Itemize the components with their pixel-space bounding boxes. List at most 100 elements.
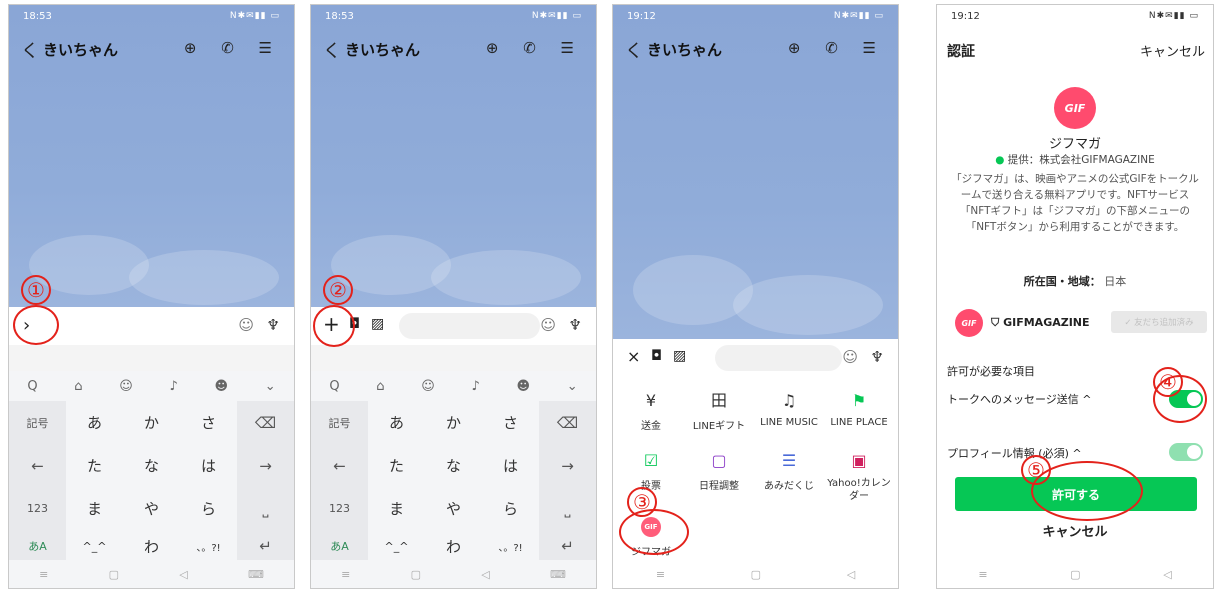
image-icon[interactable]: ▨ [673,348,686,364]
menu-item-vote[interactable]: ☑ 投票 [617,451,685,492]
music-icon: ♫ [781,391,797,410]
keyboard-search-icon[interactable]: Q [27,379,37,394]
key[interactable]: 記号 [9,401,66,444]
cancel-top-button[interactable]: キャンセル [1140,41,1205,60]
message-input[interactable] [399,313,540,339]
key[interactable]: ま [368,487,425,530]
key[interactable]: ま [66,487,123,530]
emoji-icon[interactable]: ☺ [540,316,556,334]
cancel-bottom-button[interactable]: キャンセル [937,521,1213,540]
header-icons[interactable]: ⊕ ✆ ☰ [486,39,584,57]
keyboard-row: 123 ま や ら ⎵ [9,487,294,530]
key[interactable]: 、。?! [180,530,237,562]
menu-item-schedule[interactable]: ▢ 日程調整 [685,451,753,492]
mic-icon[interactable]: ♆ [569,316,582,334]
key[interactable]: あ [368,401,425,444]
key[interactable]: あA [9,530,66,562]
keyboard-mic-icon[interactable]: ♪ [471,379,479,394]
message-input[interactable] [715,345,842,371]
key[interactable]: た [66,444,123,487]
key[interactable]: な [123,444,180,487]
key[interactable]: ← [311,444,368,487]
key[interactable]: ら [180,487,237,530]
close-icon[interactable]: × [627,347,640,366]
key[interactable]: ^_^ [66,530,123,562]
nav-keyboard-icon[interactable]: ⌨ [550,568,566,581]
key[interactable]: 123 [9,487,66,530]
key[interactable]: ⎵ [539,487,596,530]
nav-menu-icon[interactable]: ≡ [978,568,987,581]
menu-item-line-place[interactable]: ⚑ LINE PLACE [825,391,893,428]
mic-icon[interactable]: ♆ [871,348,884,366]
nav-keyboard-icon[interactable]: ⌨ [248,568,264,581]
keyboard-emoji-icon[interactable]: ☺ [119,379,133,394]
back-icon[interactable]: く [21,37,39,63]
nav-home-icon[interactable]: ▢ [411,568,421,581]
key[interactable]: な [425,444,482,487]
key[interactable]: は [482,444,539,487]
menu-item-line-gift[interactable]: 田 LINEギフト [685,391,753,432]
nav-back-icon[interactable]: ◁ [481,568,489,581]
header-icons[interactable]: ⊕ ✆ ☰ [184,39,282,57]
key[interactable]: → [539,444,596,487]
menu-item-line-music[interactable]: ♫ LINE MUSIC [755,391,823,428]
permission-messages[interactable]: トークへのメッセージ送信 ^ [947,391,1092,407]
key[interactable]: ↵ [539,530,596,562]
keyboard-collapse-icon[interactable]: ⌄ [567,379,578,394]
keyboard-sticker-icon[interactable]: ☻ [214,379,228,394]
keyboard-search-icon[interactable]: Q [329,379,339,394]
key[interactable]: や [123,487,180,530]
key[interactable]: あA [311,530,368,562]
image-icon[interactable]: ▨ [371,316,384,332]
account-avatar: GIF [955,309,983,337]
keyboard-theme-icon[interactable]: ⌂ [376,379,384,394]
nav-home-icon[interactable]: ▢ [751,568,761,581]
key[interactable]: さ [180,401,237,444]
keyboard-emoji-icon[interactable]: ☺ [421,379,435,394]
nav-back-icon[interactable]: ◁ [179,568,187,581]
key[interactable]: ら [482,487,539,530]
nav-back-icon[interactable]: ◁ [847,568,855,581]
key[interactable]: ⌫ [539,401,596,444]
key[interactable]: か [425,401,482,444]
keyboard-sticker-icon[interactable]: ☻ [516,379,530,394]
back-icon[interactable]: く [625,37,643,63]
key[interactable]: た [368,444,425,487]
key[interactable]: や [425,487,482,530]
key[interactable]: ← [9,444,66,487]
key[interactable]: は [180,444,237,487]
menu-item-yahoo-calendar[interactable]: ▣ Yahoo!カレンダー [825,451,893,503]
key[interactable]: → [237,444,294,487]
key[interactable]: さ [482,401,539,444]
keyboard-theme-icon[interactable]: ⌂ [74,379,82,394]
nav-home-icon[interactable]: ▢ [1070,568,1080,581]
nav-menu-icon[interactable]: ≡ [39,568,48,581]
header-icons[interactable]: ⊕ ✆ ☰ [788,39,886,57]
nav-menu-icon[interactable]: ≡ [341,568,350,581]
key[interactable]: か [123,401,180,444]
camera-icon[interactable]: ◘ [651,348,662,364]
key[interactable]: 123 [311,487,368,530]
key[interactable]: あ [66,401,123,444]
key[interactable]: ^_^ [368,530,425,562]
menu-item-send-money[interactable]: ¥ 送金 [617,391,685,432]
permission-profile[interactable]: プロフィール情報 (必須) ^ [947,445,1082,461]
key[interactable]: 記号 [311,401,368,444]
menu-item-amidakuji[interactable]: ☰ あみだくじ [755,451,823,492]
mic-icon[interactable]: ♆ [267,316,280,334]
friend-added-button[interactable]: ✓ 友だち追加済み [1111,311,1207,333]
key[interactable]: わ [425,530,482,562]
emoji-icon[interactable]: ☺ [842,348,858,366]
emoji-icon[interactable]: ☺ [238,316,254,334]
key[interactable]: ⌫ [237,401,294,444]
keyboard-collapse-icon[interactable]: ⌄ [265,379,276,394]
nav-menu-icon[interactable]: ≡ [656,568,665,581]
key[interactable]: ↵ [237,530,294,562]
key[interactable]: ⎵ [237,487,294,530]
keyboard-mic-icon[interactable]: ♪ [169,379,177,394]
nav-home-icon[interactable]: ▢ [109,568,119,581]
nav-back-icon[interactable]: ◁ [1163,568,1171,581]
key[interactable]: 、。?! [482,530,539,562]
key[interactable]: わ [123,530,180,562]
back-icon[interactable]: く [323,37,341,63]
